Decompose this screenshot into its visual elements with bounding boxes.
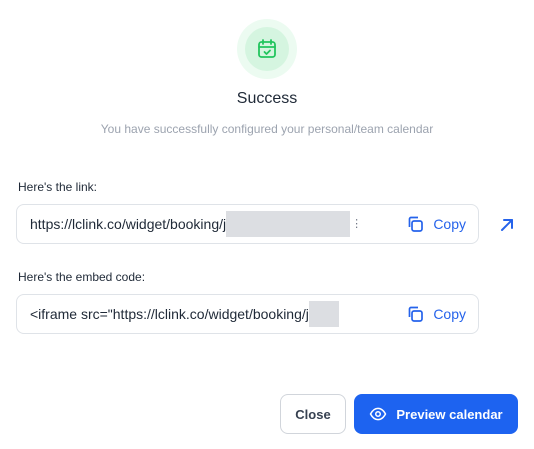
- open-link-button[interactable]: [496, 214, 518, 236]
- copy-link-button[interactable]: Copy: [401, 205, 466, 243]
- preview-calendar-label: Preview calendar: [396, 406, 503, 422]
- success-subtitle: You have successfully configured your pe…: [100, 122, 434, 136]
- arrow-up-right-icon: [501, 219, 513, 231]
- copy-embed-button[interactable]: Copy: [401, 295, 466, 333]
- eye-icon: [370, 407, 387, 421]
- preview-calendar-button[interactable]: Preview calendar: [354, 394, 518, 434]
- success-icon-inner: [245, 27, 289, 71]
- close-button[interactable]: Close: [280, 394, 346, 434]
- redacted-area: [308, 301, 339, 327]
- success-title: Success: [236, 90, 298, 107]
- copy-embed-label: Copy: [433, 306, 466, 322]
- link-label: Here's the link:: [18, 180, 97, 194]
- embed-field[interactable]: <iframe src="https://lclink.co/widget/bo…: [16, 294, 479, 334]
- calendar-check-icon: [258, 39, 276, 58]
- copy-icon: [408, 306, 424, 322]
- link-field[interactable]: https://lclink.co/widget/booking/j ⋮ Cop…: [16, 204, 479, 244]
- embed-value: <iframe src="https://lclink.co/widget/bo…: [30, 306, 309, 322]
- link-value: https://lclink.co/widget/booking/j: [30, 216, 227, 232]
- copy-link-label: Copy: [433, 216, 466, 232]
- copy-icon: [408, 216, 424, 232]
- redacted-area: [226, 211, 351, 237]
- overflow-dots: ⋮: [351, 217, 363, 230]
- success-icon-badge: [237, 19, 297, 79]
- embed-label: Here's the embed code:: [18, 270, 146, 284]
